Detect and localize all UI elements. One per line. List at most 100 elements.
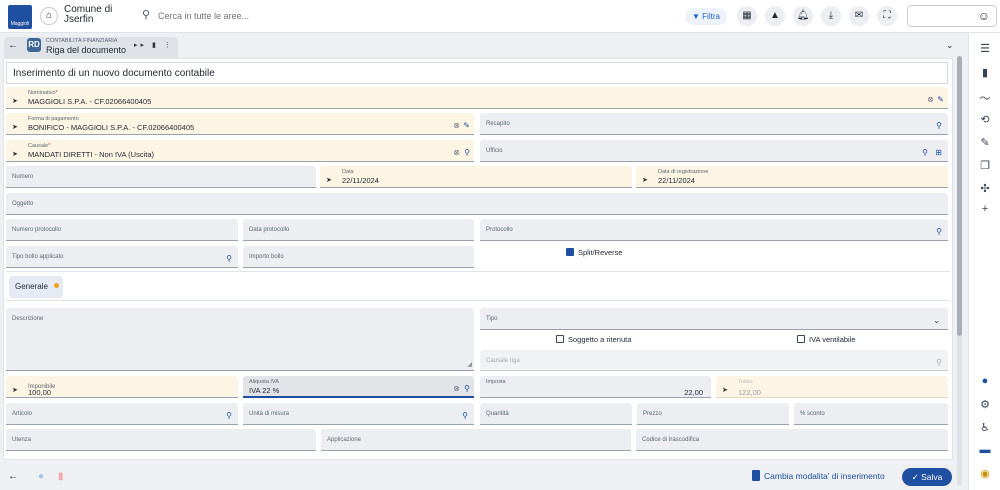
clear-icon[interactable]: ⊗	[453, 384, 460, 393]
resize-handle-icon[interactable]: ◢	[467, 361, 472, 368]
numero-protocollo-field[interactable]: Numero protocollo	[6, 219, 238, 241]
tipo-label: Tipo	[486, 316, 498, 322]
copy-icon[interactable]: ❐	[969, 159, 1000, 172]
edit-pencil-icon[interactable]: ✎	[463, 121, 470, 130]
global-search-input[interactable]	[158, 8, 538, 24]
checkbox-empty-icon	[556, 335, 564, 343]
tipo-bollo-field[interactable]: Tipo bollo applicato ⚲	[6, 246, 238, 268]
municipality-name[interactable]: Comune di Jserfin	[64, 5, 112, 25]
apps-grid-icon[interactable]: ▦	[737, 6, 757, 26]
iva-ventilabile-checkbox[interactable]: IVA ventilabile	[797, 335, 856, 344]
chat-icon[interactable]: ▬	[969, 444, 1000, 456]
hierarchy-icon[interactable]: ⊞	[935, 148, 942, 157]
utenza-field[interactable]: Utenza	[6, 429, 316, 451]
articolo-label: Articolo	[12, 411, 33, 417]
search-icon[interactable]: ⚲	[226, 411, 232, 420]
form-title: Inserimento di un nuovo documento contab…	[13, 68, 215, 79]
download-icon[interactable]: ⤓	[821, 6, 841, 26]
tipo-select[interactable]: Tipo ⌄	[480, 308, 948, 330]
clear-icon[interactable]: ⊗	[453, 148, 460, 157]
nominativo-field[interactable]: ➤ Nominativo* MAGGIOLI S.P.A. - CF.02066…	[6, 87, 948, 109]
history-icon[interactable]: ⟲	[969, 113, 1000, 126]
search-icon[interactable]: ⚲	[936, 121, 942, 130]
unita-misura-field[interactable]: Unità di misura ⚲	[243, 403, 474, 425]
search-icon[interactable]: ⚲	[226, 254, 232, 263]
maggioli-logo[interactable]: Maggioli	[8, 5, 32, 29]
descrizione-field[interactable]: Descrizione ◢	[6, 308, 474, 371]
recapito-field[interactable]: Recapito ⚲	[480, 113, 948, 135]
causale-value: MANDATI DIRETTI - Non IVA (Uscita)	[28, 150, 154, 159]
required-arrow-icon: ➤	[12, 124, 18, 131]
soggetto-ritenuta-checkbox[interactable]: Soggetto a ritenuta	[556, 335, 631, 344]
main-scrollbar[interactable]	[957, 56, 962, 486]
applicazione-field[interactable]: Applicazione	[321, 429, 631, 451]
back-arrow-icon[interactable]: ←	[8, 471, 18, 482]
add-icon[interactable]: +	[969, 203, 1000, 215]
back-arrow-icon[interactable]: ←	[8, 40, 18, 51]
bookmark-icon[interactable]: ▮	[969, 66, 1000, 79]
scrollbar-thumb[interactable]	[957, 56, 962, 336]
chevron-down-icon[interactable]: ⌄	[946, 40, 954, 51]
split-reverse-checkbox[interactable]: Split/Reverse	[566, 248, 623, 257]
data-label: Data	[342, 169, 354, 175]
imponibile-value: 100,00	[28, 388, 51, 397]
data-registrazione-field[interactable]: ➤ Data di registrazione 22/11/2024	[636, 166, 948, 188]
data-protocollo-field[interactable]: Data protocollo	[243, 219, 474, 241]
imposta-field[interactable]: Imposta 22,00	[480, 376, 711, 398]
recapito-label: Recapito	[486, 121, 510, 127]
imponibile-field[interactable]: ➤ Imponibile 100,00	[6, 376, 238, 398]
filter-button[interactable]: ▼ Filtra	[685, 8, 727, 25]
importo-bollo-field[interactable]: Importo bollo	[243, 246, 474, 268]
imposta-label: Imposta	[486, 379, 506, 385]
fullscreen-icon[interactable]: ⛶	[877, 6, 897, 26]
search-icon[interactable]: ⚲	[462, 411, 468, 420]
user-menu[interactable]: ☺	[907, 5, 997, 27]
switch-mode-button[interactable]: Cambia modalita' di inserimento	[752, 470, 885, 481]
bell-icon[interactable]: 🔔︎	[793, 6, 813, 26]
protocollo-field[interactable]: Protocollo ⚲	[480, 219, 948, 241]
required-arrow-icon: ➤	[326, 177, 332, 184]
wrench-icon[interactable]: ✎	[969, 136, 1000, 149]
mail-icon[interactable]: ✉	[849, 6, 869, 26]
aliquota-iva-field[interactable]: Aliquota IVA IVA 22 % ⊗ ⚲	[243, 376, 474, 398]
tab-actions-icon[interactable]: ▸▸ ▮ ⋮	[134, 41, 174, 49]
switch-mode-label: Cambia modalita' di inserimento	[764, 471, 885, 481]
trend-icon[interactable]: 〜	[969, 90, 1000, 106]
search-icon[interactable]: ⚲	[464, 384, 470, 393]
prezzo-field[interactable]: Prezzo	[637, 403, 789, 425]
search-icon[interactable]: ⚲	[936, 227, 942, 236]
nominativo-value: MAGGIOLI S.P.A. - CF.02066400405	[28, 97, 152, 106]
articolo-field[interactable]: Articolo ⚲	[6, 403, 238, 425]
oggetto-field[interactable]: Oggetto	[6, 193, 948, 215]
help-lifebuoy-icon[interactable]: ◉	[969, 467, 1000, 480]
causale-field[interactable]: ➤ Causale* MANDATI DIRETTI - Non IVA (Us…	[6, 140, 474, 162]
location-pin-icon[interactable]: ●	[969, 375, 1000, 387]
save-button[interactable]: ✓ Salva	[902, 468, 952, 486]
list-icon[interactable]: ☰	[969, 42, 1000, 55]
tab-generale[interactable]: Generale	[9, 276, 63, 298]
municipality-icon[interactable]: ⌂	[40, 7, 58, 25]
accessibility-icon[interactable]: ♿︎	[969, 421, 1000, 434]
quantita-field[interactable]: Quantità	[480, 403, 632, 425]
required-arrow-icon: ➤	[642, 177, 648, 184]
numero-field[interactable]: Numero	[6, 166, 316, 188]
causale-label: Causale*	[28, 143, 51, 149]
network-icon[interactable]: ✣	[969, 182, 1000, 195]
forma-pagamento-field[interactable]: ➤ Forma di pagamento BONIFICO - MAGGIOLI…	[6, 113, 474, 135]
alert-triangle-icon[interactable]: ▲	[765, 6, 785, 26]
importo-bollo-label: Importo bollo	[249, 254, 284, 260]
data-value: 22/11/2024	[342, 176, 379, 185]
settings-gear-icon[interactable]: ⚙	[969, 398, 1000, 411]
search-icon[interactable]: ⚲	[464, 148, 470, 157]
search-icon[interactable]: ⚲	[922, 148, 928, 157]
ufficio-field[interactable]: Ufficio ⚲ ⊞	[480, 140, 948, 162]
edit-pencil-icon[interactable]: ✎	[937, 95, 944, 104]
check-icon: ✓	[911, 472, 919, 482]
data-field[interactable]: ➤ Data 22/11/2024	[320, 166, 632, 188]
clear-icon[interactable]: ⊗	[927, 95, 934, 104]
clear-icon[interactable]: ⊗	[453, 121, 460, 130]
sconto-field[interactable]: % sconto	[794, 403, 948, 425]
forma-pagamento-label: Forma di pagamento	[28, 116, 79, 122]
codice-trascodifica-field[interactable]: Codice di trascodifica	[636, 429, 948, 451]
breadcrumb: ← RD CONTABILITÀ FINANZIARIA Riga del do…	[0, 34, 966, 58]
